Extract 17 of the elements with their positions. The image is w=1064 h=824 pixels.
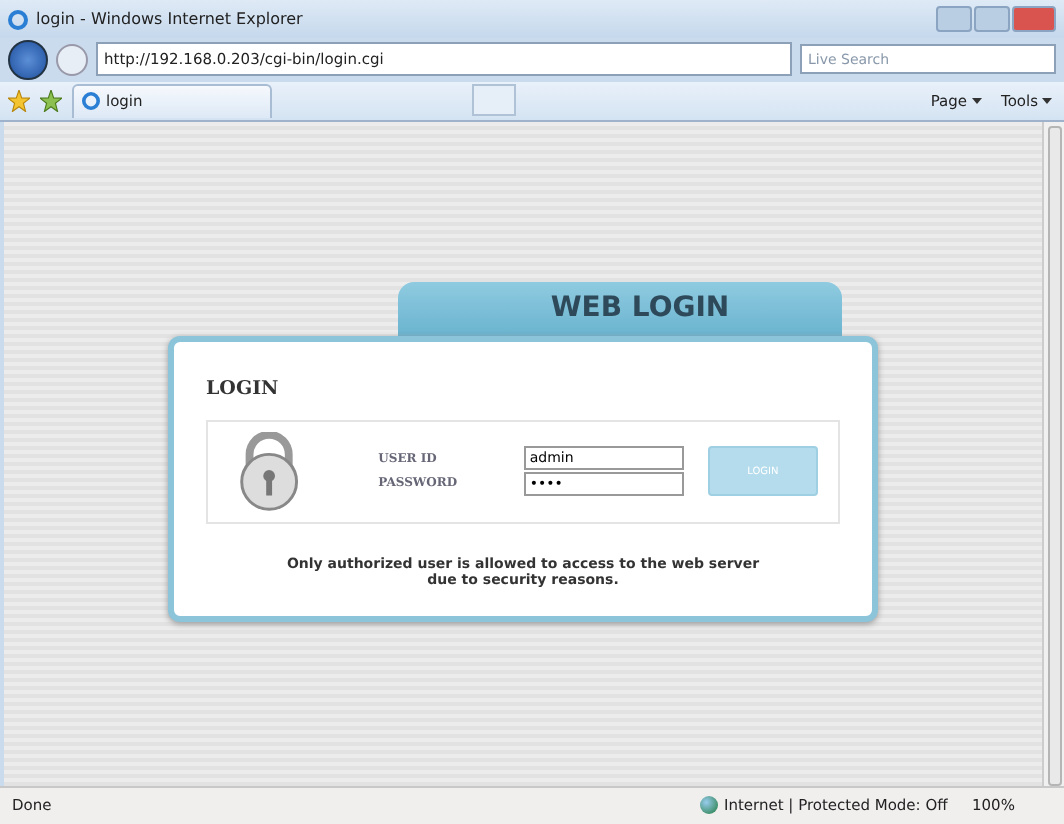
browser-icon [8, 9, 28, 30]
globe-icon [700, 796, 718, 815]
minimize-button[interactable] [936, 6, 972, 33]
maximize-button[interactable] [974, 6, 1010, 33]
panel-tab-title: WEB LOGIN [398, 281, 842, 336]
forward-button[interactable] [56, 43, 88, 76]
login-heading: LOGIN [206, 377, 281, 400]
back-button[interactable] [8, 39, 48, 80]
browser-icon [82, 92, 100, 111]
add-favorite-icon[interactable] [40, 89, 62, 112]
star-icon[interactable] [8, 89, 30, 112]
caret-icon [1042, 97, 1052, 104]
caret-icon [971, 97, 982, 104]
scrollbar-thumb[interactable] [1047, 125, 1061, 786]
new-tab-button[interactable] [472, 84, 516, 117]
window-title: login - Windows Internet Explorer [36, 10, 305, 29]
close-button[interactable] [1012, 6, 1056, 33]
